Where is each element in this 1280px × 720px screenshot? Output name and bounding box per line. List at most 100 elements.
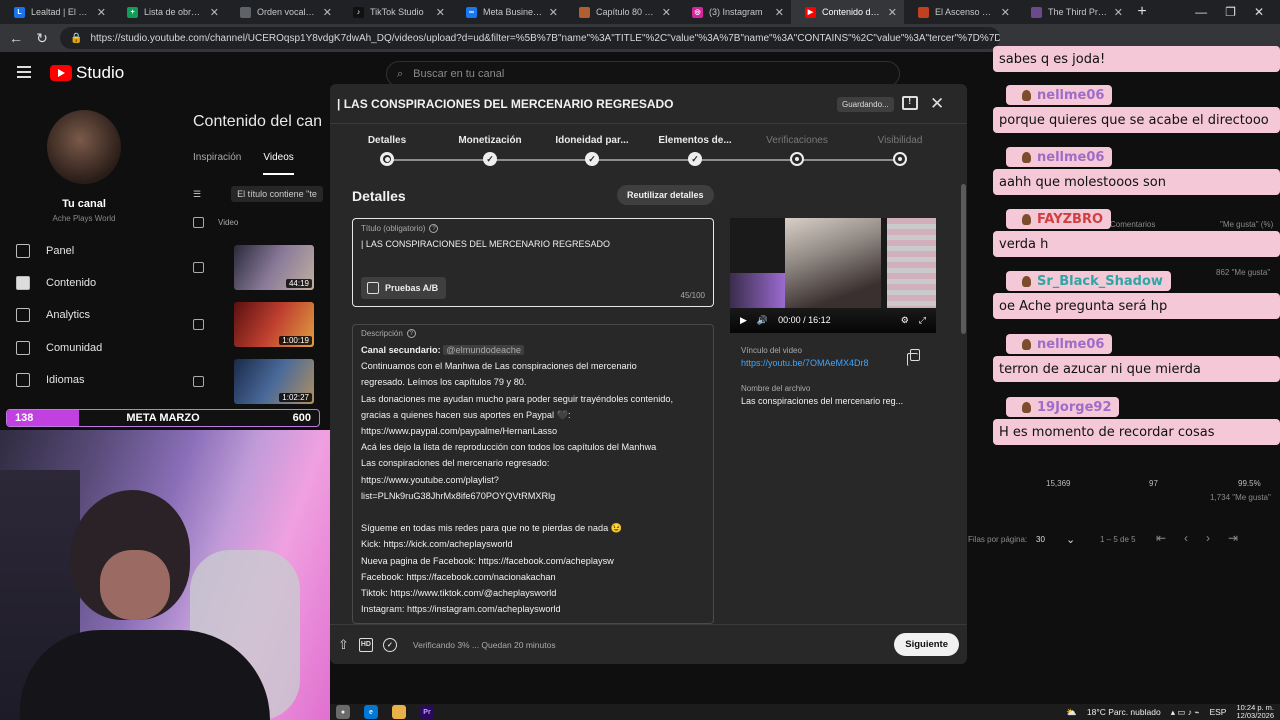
language-indicator[interactable]: ESP [1209, 707, 1226, 717]
browser-tab[interactable]: El Ascenso del Terce ✕ [904, 0, 1017, 24]
clock[interactable]: 10:24 p. m. 12/03/2026 [1236, 704, 1274, 720]
help-icon[interactable]: ? [406, 329, 416, 338]
filter-chip[interactable]: El título contiene "te [231, 186, 323, 202]
tray-icons[interactable]: ▴ ▭ ♪ ⌁ [1171, 707, 1200, 718]
sidebar-item-comunidad[interactable]: Comunidad [16, 341, 102, 355]
channel-avatar[interactable] [47, 110, 121, 184]
chat-username[interactable]: nellme06 [1006, 147, 1113, 167]
table-row[interactable]: 1:02:27 [193, 359, 314, 404]
ab-test-button[interactable]: Pruebas A/B [361, 277, 447, 299]
chat-username[interactable]: FAYZBRO [1006, 209, 1112, 229]
tab-close-icon[interactable]: ✕ [888, 6, 897, 19]
close-window-icon[interactable]: ✕ [1254, 5, 1264, 19]
browser-tab[interactable]: Capítulo 80 de Las ✕ [565, 0, 678, 24]
fullscreen-icon[interactable]: ⤢ [919, 315, 926, 326]
sidebar-item-idiomas[interactable]: Idiomas [16, 373, 85, 387]
step-check-icon[interactable]: ✓ [483, 152, 497, 166]
browser-tab[interactable]: Orden vocal y silaba ✕ [226, 0, 339, 24]
tab-close-icon[interactable]: ✕ [1001, 6, 1010, 19]
browser-tab[interactable]: ◎ (3) Instagram ✕ [678, 0, 791, 24]
premiere-icon[interactable]: Pr [420, 705, 434, 719]
settings-gear-icon[interactable]: ⚙ [901, 315, 909, 326]
sidebar-item-contenido[interactable]: Contenido [16, 276, 96, 290]
chevron-down-icon[interactable]: ⌄ [1066, 533, 1075, 546]
step-label[interactable]: Verificaciones [742, 135, 852, 146]
reuse-details-button[interactable]: Reutilizar detalles [617, 185, 714, 205]
row-checkbox[interactable] [193, 376, 204, 387]
volume-icon[interactable]: 🔊 [757, 315, 768, 326]
tab-close-icon[interactable]: ✕ [97, 6, 106, 19]
browser-tab[interactable]: ♪ TikTok Studio ✕ [339, 0, 452, 24]
tab-videos[interactable]: Videos [263, 152, 294, 175]
video-link[interactable]: https://youtu.be/7OMAeMX4Dr8 [741, 358, 869, 368]
rows-per-page-value[interactable]: 30 [1036, 535, 1045, 544]
video-thumbnail[interactable]: 1:00:19 [234, 302, 314, 347]
tab-close-icon[interactable]: ✕ [436, 6, 445, 19]
minimize-icon[interactable]: — [1195, 5, 1207, 19]
address-bar[interactable]: 🔒 https://studio.youtube.com/channel/UCE… [60, 27, 1000, 49]
row-checkbox[interactable] [193, 262, 204, 273]
chat-username[interactable]: Sr_Black_Shadow [1006, 271, 1171, 291]
step-check-icon[interactable]: ✓ [688, 152, 702, 166]
row-checkbox[interactable] [193, 319, 204, 330]
chat-username[interactable]: nellme06 [1006, 85, 1113, 105]
tab-close-icon[interactable]: ✕ [775, 6, 784, 19]
pagination-arrows[interactable]: ⇤‹›⇥ [1156, 531, 1256, 545]
browser-tab[interactable]: L Lealtad | El mejor sof ✕ [0, 0, 113, 24]
upload-icon[interactable]: ⇧ [338, 637, 349, 653]
tab-inspiracion[interactable]: Inspiración [193, 152, 241, 175]
browser-tab[interactable]: ∞ Meta Business Suite ✕ [452, 0, 565, 24]
maximize-icon[interactable]: ❐ [1225, 5, 1236, 19]
title-field[interactable]: Título (obligatorio) ? | LAS CONSPIRACIO… [352, 218, 714, 307]
play-icon[interactable]: ▶ [740, 315, 747, 326]
step-label[interactable]: Monetización [435, 135, 545, 146]
video-thumbnail[interactable]: 1:02:27 [234, 359, 314, 404]
browser-tab[interactable]: ▶ Contenido del canal ✕ [791, 0, 904, 24]
check-circle-icon[interactable]: ✓ [382, 637, 397, 652]
reload-icon[interactable]: ↻ [34, 30, 50, 47]
step-label[interactable]: Idoneidad par... [537, 135, 647, 146]
tab-close-icon[interactable]: ✕ [1114, 6, 1123, 19]
hd-icon[interactable]: HD [358, 637, 373, 652]
step-check-icon[interactable]: ✓ [585, 152, 599, 166]
browser-tab[interactable]: + Lista de obras en seg ✕ [113, 0, 226, 24]
copy-icon[interactable] [907, 349, 920, 366]
new-tab-button[interactable]: + [1130, 0, 1154, 24]
sidebar-item-panel[interactable]: Panel [16, 244, 74, 258]
menu-icon[interactable] [17, 66, 31, 78]
step-label[interactable]: Elementos de... [640, 135, 750, 146]
edge-icon[interactable]: e [364, 705, 378, 719]
studio-logo[interactable]: Studio [50, 63, 124, 83]
chat-username[interactable]: 19Jorge92 [1006, 397, 1120, 417]
table-row[interactable]: 1:00:19 [193, 302, 314, 347]
step-dot-icon[interactable] [893, 152, 907, 166]
help-icon[interactable]: ? [429, 224, 439, 233]
title-field-value[interactable]: | LAS CONSPIRACIONES DEL MERCENARIO REGR… [361, 239, 705, 249]
select-all-checkbox[interactable] [193, 217, 204, 228]
tab-close-icon[interactable]: ✕ [662, 6, 671, 19]
browser-tab[interactable]: The Third Prince of t ✕ [1017, 0, 1130, 24]
filter-icon[interactable]: ☰ [193, 189, 201, 200]
sidebar-item-analytics[interactable]: Analytics [16, 308, 90, 322]
description-text[interactable]: Canal secundario: @elmundodeache Continu… [361, 342, 705, 617]
table-row[interactable]: 44:19 [193, 245, 314, 290]
next-button[interactable]: Siguiente [894, 633, 959, 656]
step-dot-icon[interactable] [790, 152, 804, 166]
chat-username[interactable]: nellme06 [1006, 334, 1113, 354]
video-preview[interactable]: ▶ 🔊 00:00 / 16:12 ⚙ ⤢ [730, 218, 936, 333]
channel-mention[interactable]: @elmundodeache [443, 345, 524, 355]
obs-icon[interactable]: ● [336, 705, 350, 719]
step-label[interactable]: Detalles [332, 135, 442, 146]
step-dot-icon[interactable] [380, 152, 394, 166]
weather-text[interactable]: 18°C Parc. nublado [1087, 707, 1161, 717]
tab-close-icon[interactable]: ✕ [323, 6, 332, 19]
dialog-scrollbar[interactable] [961, 184, 966, 334]
tab-close-icon[interactable]: ✕ [210, 6, 219, 19]
feedback-icon[interactable] [902, 96, 918, 110]
folder-icon[interactable] [392, 705, 406, 719]
step-label[interactable]: Visibilidad [845, 135, 955, 146]
tab-close-icon[interactable]: ✕ [549, 6, 558, 19]
close-icon[interactable]: ✕ [930, 94, 944, 114]
back-icon[interactable]: ← [8, 30, 24, 46]
description-field[interactable]: Descripción ? Canal secundario: @elmundo… [352, 324, 714, 624]
